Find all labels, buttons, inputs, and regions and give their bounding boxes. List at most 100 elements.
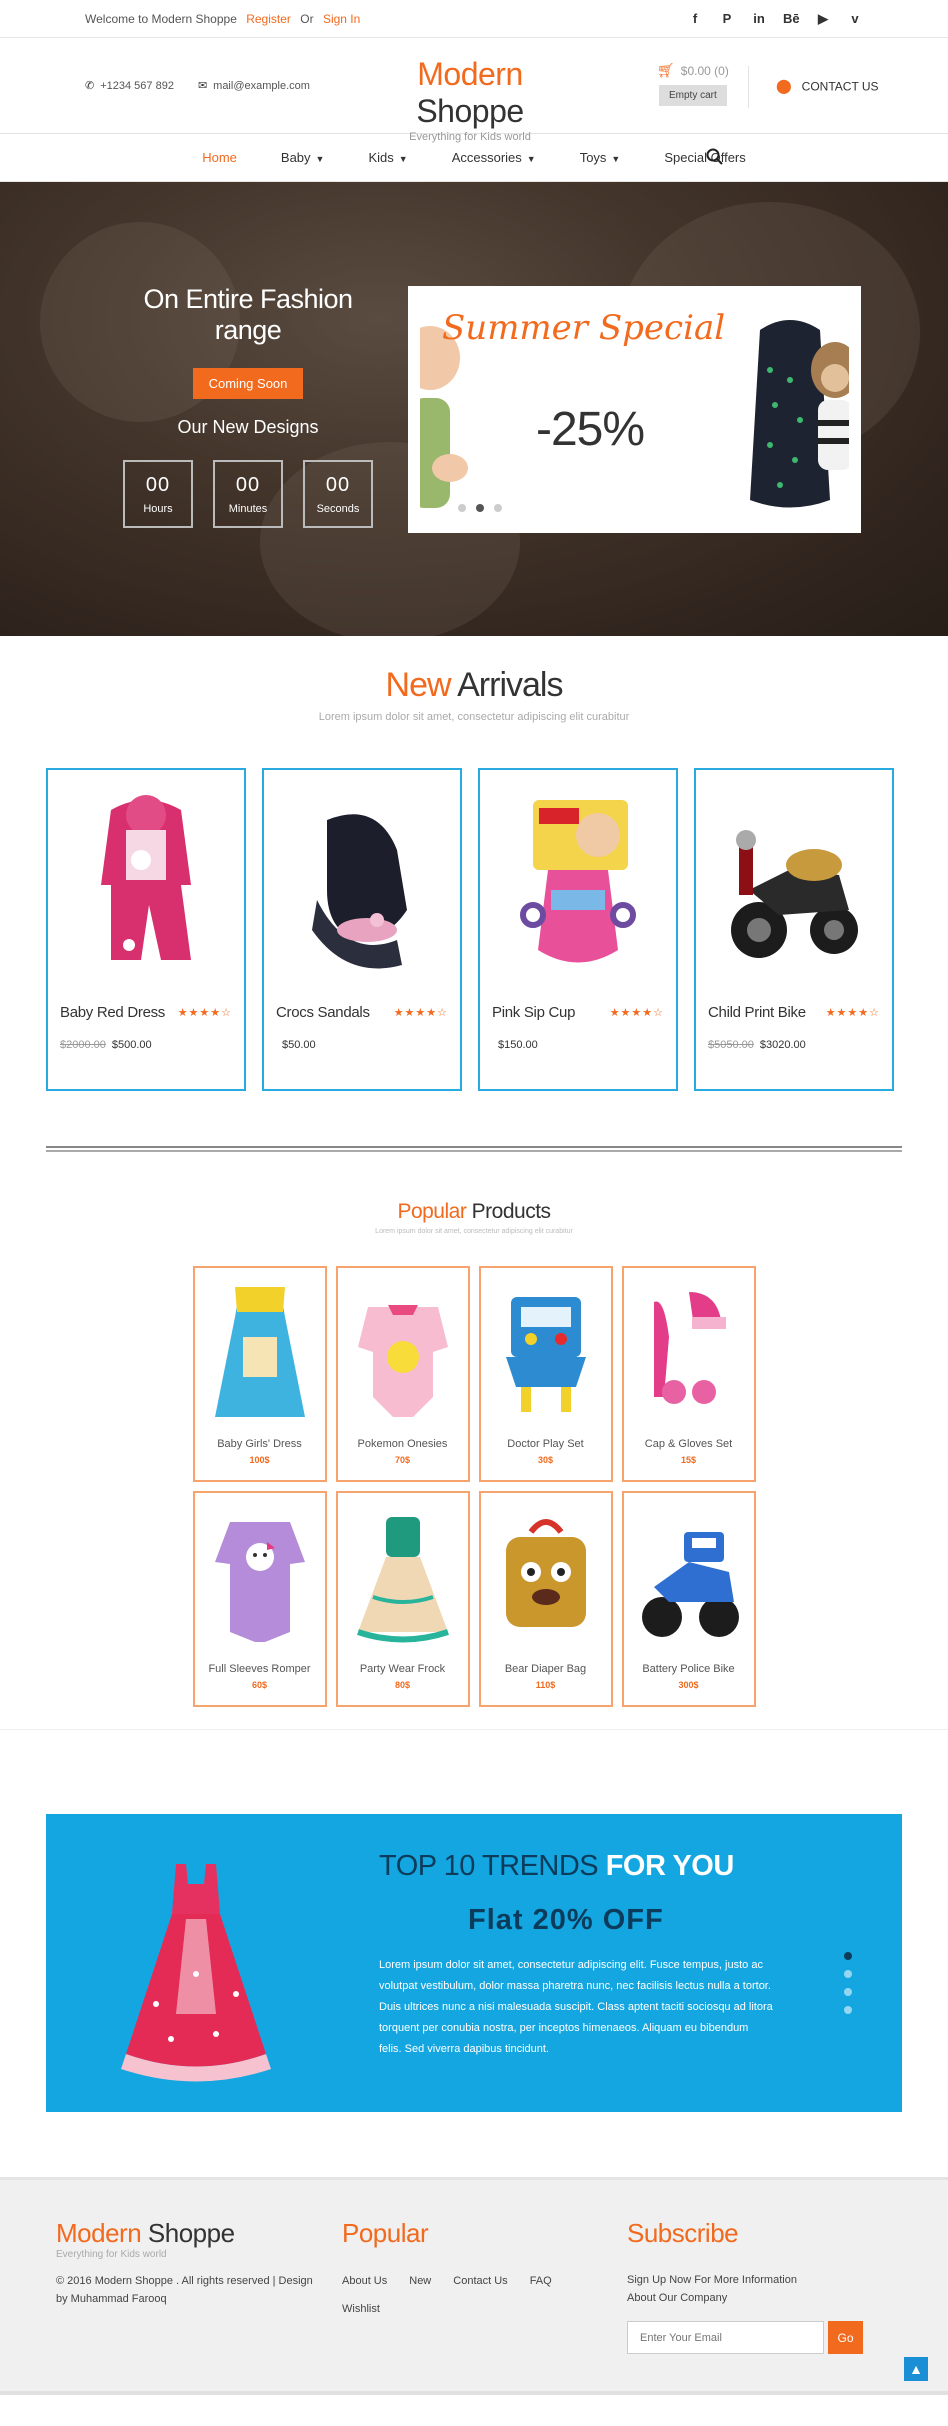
- back-to-top-button[interactable]: ▲: [904, 2357, 928, 2381]
- slider-dot[interactable]: [844, 1988, 852, 1996]
- footer-link-faq[interactable]: FAQ: [530, 2275, 552, 2287]
- site-footer: Modern Shoppe Everything for Kids world …: [0, 2177, 948, 2395]
- countdown-value: 00: [325, 473, 351, 496]
- product-image: [481, 1497, 611, 1657]
- youtube-icon[interactable]: ▶: [815, 11, 831, 27]
- product-price: 80$: [394, 1680, 411, 1690]
- product-card[interactable]: Full Sleeves Romper 60$: [192, 1491, 327, 1707]
- coming-soon-button[interactable]: Coming Soon: [192, 368, 304, 399]
- product-card[interactable]: Baby Girls' Dress 100$: [192, 1266, 327, 1482]
- hero-subheading: Our New Designs: [177, 417, 319, 437]
- product-price: 110$: [535, 1680, 556, 1690]
- product-card[interactable]: Crocs Sandals ★★★★☆ $50.00: [262, 768, 462, 1091]
- title-word-products: Products: [471, 1200, 551, 1223]
- signin-link[interactable]: Sign In: [323, 12, 360, 26]
- nav-item-accessories[interactable]: Accessories ▼: [452, 150, 536, 165]
- slider-dot-active[interactable]: [844, 1952, 852, 1960]
- contact-us-label: CONTACT US: [801, 79, 879, 93]
- product-card[interactable]: Party Wear Frock 80$: [335, 1491, 470, 1707]
- product-name: Full Sleeves Romper: [208, 1663, 311, 1675]
- empty-cart-button[interactable]: Empty cart: [659, 85, 727, 106]
- slider-dot[interactable]: [844, 2006, 852, 2014]
- product-card[interactable]: Doctor Play Set 30$: [478, 1266, 613, 1482]
- slider-dots: [844, 1952, 852, 2014]
- product-card[interactable]: Pokemon Onesies 70$: [335, 1266, 470, 1482]
- product-card[interactable]: Baby Red Dress ★★★★☆ $2000.00 $500.00: [46, 768, 246, 1091]
- welcome-text: Welcome to Modern Shoppe: [85, 11, 237, 26]
- trends-banner: TOP 10 TRENDS FOR YOU Flat 20% OFF Lorem…: [46, 1814, 902, 2112]
- phone-icon: ✆: [85, 80, 95, 92]
- page: Welcome to Modern Shoppe Register Or Sig…: [0, 0, 948, 2426]
- footer-bottom-line: [0, 2391, 948, 2395]
- slider-dot[interactable]: [844, 1970, 852, 1978]
- carousel-dot[interactable]: [458, 504, 466, 512]
- countdown-value: 00: [145, 473, 171, 496]
- countdown-unit: Minutes: [228, 502, 268, 515]
- footer-link-contact-us[interactable]: Contact Us: [453, 2275, 507, 2287]
- nav-item-home[interactable]: Home: [202, 150, 237, 165]
- email-input[interactable]: [627, 2321, 824, 2354]
- nav-label-home: Home: [202, 150, 237, 165]
- footer-link-about-us[interactable]: About Us: [342, 2275, 387, 2287]
- title-word-new: New: [385, 666, 452, 704]
- product-image: [492, 780, 664, 990]
- nav-item-baby[interactable]: Baby ▼: [281, 150, 325, 165]
- contact-us-link[interactable]: ⬤ CONTACT US: [776, 78, 879, 95]
- product-image: [338, 1272, 468, 1432]
- or-text: Or: [300, 11, 314, 26]
- product-card[interactable]: Battery Police Bike 300$: [621, 1491, 756, 1707]
- product-card[interactable]: Pink Sip Cup ★★★★☆ $150.00: [478, 768, 678, 1091]
- cart-widget[interactable]: 🛒︎ $0.00 (0) Empty cart: [657, 62, 729, 106]
- footer-link-wishlist[interactable]: Wishlist: [342, 2303, 380, 2315]
- product-name: Battery Police Bike: [642, 1663, 735, 1675]
- arrow-up-icon: ▲: [909, 2361, 923, 2377]
- carousel-dot-active[interactable]: [476, 504, 484, 512]
- footer-logo-word-modern: Modern: [56, 2218, 142, 2248]
- footer-logo[interactable]: Modern Shoppe: [56, 2218, 326, 2249]
- logo-word-shoppe: Shoppe: [416, 93, 524, 129]
- footer-links: About Us New Contact Us FAQ Wishlist: [342, 2275, 582, 2315]
- email-item[interactable]: ✉ mail@example.com: [198, 79, 310, 92]
- pinterest-icon[interactable]: P: [719, 11, 735, 26]
- product-card[interactable]: Cap & Gloves Set 15$: [621, 1266, 756, 1482]
- logo-word-modern: Modern: [417, 56, 523, 92]
- email-address: mail@example.com: [213, 80, 310, 92]
- vimeo-icon[interactable]: v: [847, 11, 863, 26]
- linkedin-icon[interactable]: in: [751, 11, 767, 26]
- header-divider: [748, 66, 749, 108]
- site-logo[interactable]: Modern Shoppe Everything for Kids world: [387, 56, 553, 143]
- cart-icon: 🛒︎: [657, 62, 675, 78]
- trends-offer: Flat 20% OFF: [468, 1904, 664, 1936]
- facebook-icon[interactable]: f: [687, 11, 703, 26]
- product-card[interactable]: Bear Diaper Bag 110$: [478, 1491, 613, 1707]
- footer-link-new[interactable]: New: [409, 2275, 431, 2287]
- rating-stars: ★★★★☆: [609, 1007, 664, 1019]
- nav-item-kids[interactable]: Kids ▼: [368, 150, 407, 165]
- title-word-arrivals: Arrivals: [457, 666, 563, 704]
- countdown-hours: 00 Hours: [123, 460, 193, 528]
- product-image: [195, 1272, 325, 1432]
- popular-products-section: Popular Products Lorem ipsum dolor sit a…: [0, 1152, 948, 1730]
- carousel-dot[interactable]: [494, 504, 502, 512]
- product-image: [624, 1497, 754, 1657]
- nav-label-baby: Baby: [280, 150, 311, 165]
- product-name: Cap & Gloves Set: [644, 1438, 733, 1450]
- chevron-down-icon: ▼: [611, 154, 621, 164]
- social-links: f P in Bē ▶ v: [687, 11, 863, 27]
- summer-special-banner[interactable]: Summer Special -25%: [408, 286, 861, 533]
- search-icon[interactable]: [706, 148, 724, 170]
- countdown-unit: Hours: [143, 502, 173, 515]
- subscribe-go-button[interactable]: Go: [828, 2321, 863, 2354]
- popular-products-title: Popular Products: [0, 1200, 948, 1224]
- register-link[interactable]: Register: [246, 12, 291, 26]
- behance-icon[interactable]: Bē: [783, 11, 800, 26]
- product-name: Bear Diaper Bag: [504, 1663, 587, 1675]
- chevron-down-icon: ▼: [526, 154, 536, 164]
- subscribe-form: Go: [627, 2321, 863, 2354]
- countdown-timer: 00 Hours 00 Minutes 00 Seconds: [118, 460, 378, 528]
- hero-heading: On Entire Fashion range: [143, 284, 353, 345]
- product-image: [481, 1272, 611, 1432]
- phone-item: ✆ +1234 567 892: [85, 79, 174, 92]
- product-card[interactable]: Child Print Bike ★★★★☆ $5050.00 $3020.00: [694, 768, 894, 1091]
- nav-item-toys[interactable]: Toys ▼: [580, 150, 621, 165]
